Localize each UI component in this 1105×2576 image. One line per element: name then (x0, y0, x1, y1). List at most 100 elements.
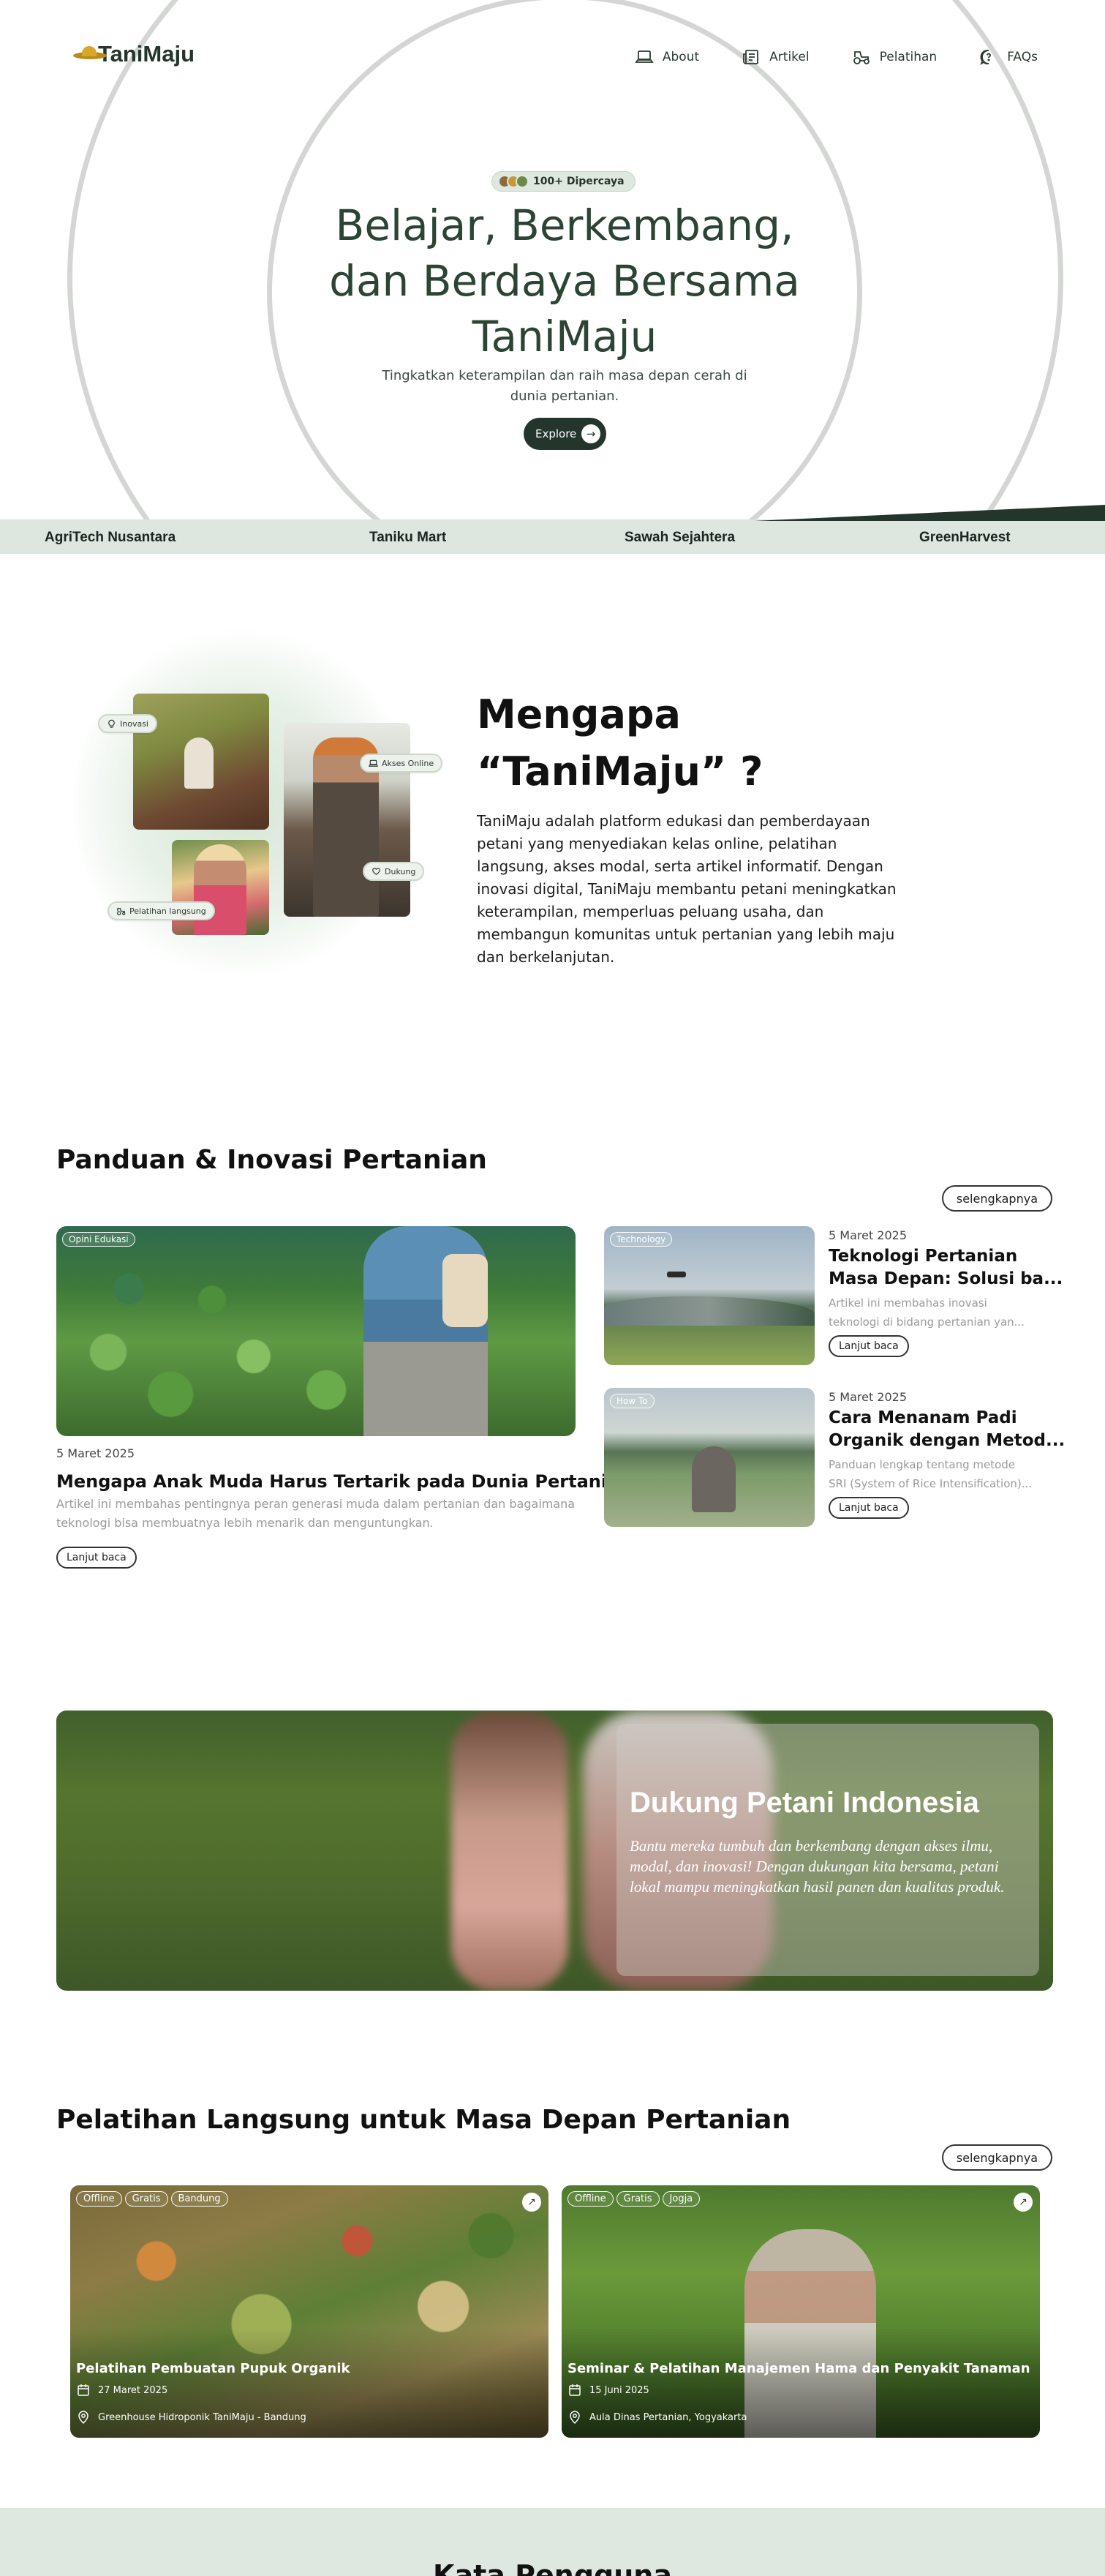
tractor-icon (853, 51, 870, 64)
training-tag: Jogja (662, 2191, 701, 2207)
chip-label: Pelatihan langsung (129, 906, 206, 916)
lightbulb-icon (108, 719, 115, 728)
training-location-row: Aula Dinas Pertanian, Yogyakarta (567, 2410, 747, 2425)
training-tags: Offline Gratis Jogja (567, 2191, 728, 2207)
article-title-line2[interactable]: Organik dengan Metod... (829, 1430, 1065, 1452)
farmer-hat-icon (73, 46, 107, 62)
article-image-how-to[interactable]: How To (604, 1388, 815, 1527)
main-nav: About Artikel Pelatihan FAQs (592, 48, 1038, 66)
tractor-icon (116, 907, 126, 915)
explore-button-label: Explore (535, 427, 577, 440)
chip-label: Inovasi (120, 718, 148, 729)
external-link-icon[interactable]: ↗ (522, 2193, 541, 2212)
article-tag: How To (610, 1394, 655, 1408)
farmer-photo-field (133, 694, 269, 830)
drone-icon (667, 1272, 686, 1277)
farmer-figure (194, 844, 246, 935)
training-location: Aula Dinas Pertanian, Yogyakarta (589, 2411, 747, 2423)
partner-name: AgriTech Nusantara (45, 530, 176, 545)
testimonial-title: Kata Pengguna (433, 2559, 672, 2576)
support-title: Dukung Petani Indonesia (630, 1787, 979, 1819)
partner-list: AgriTech Nusantara Taniku Mart Sawah Sej… (0, 519, 1105, 554)
training-tag: Offline (567, 2191, 614, 2207)
featured-article-image[interactable]: Opini Edukasi (56, 1226, 576, 1436)
featured-article-description: Artikel ini membahas pentingnya peran ge… (56, 1497, 576, 1530)
hero-title: Belajar, Berkembang, dan Berdaya Bersama… (329, 200, 800, 361)
farmer-photo-smiling (172, 840, 269, 935)
trust-badge-label: 100+ Dipercaya (533, 176, 625, 187)
avatar (516, 175, 529, 188)
partner-name: Sawah Sejahtera (625, 530, 736, 545)
article-desc-line1: Panduan lengkap tentang metode (829, 1458, 1016, 1471)
training-tag: Gratis (616, 2191, 660, 2207)
avatar-stack (498, 175, 529, 188)
articles-more-button[interactable]: selengkapnya (941, 1185, 1052, 1212)
explore-button[interactable]: Explore → (524, 418, 606, 450)
farmer-photo-portrait (284, 723, 410, 917)
featured-article-title[interactable]: Mengapa Anak Muda Harus Tertarik pada Du… (56, 1471, 641, 1492)
hero-section: TaniMaju About Artikel Pelatihan FAQs 10… (0, 0, 1105, 554)
article-desc-line2: SRI (System of Rice Intensification)... (829, 1477, 1033, 1490)
read-more-button[interactable]: Lanjut baca (829, 1335, 909, 1357)
training-card[interactable]: Offline Gratis Jogja ↗ Seminar & Pelatih… (562, 2185, 1040, 2438)
logo[interactable]: TaniMaju (73, 41, 195, 67)
nav-label-artikel: Artikel (769, 50, 810, 64)
chip-akses-online: Akses Online (360, 754, 443, 773)
newspaper-icon (743, 50, 759, 64)
training-title: Seminar & Pelatihan Manajemen Hama dan P… (567, 2361, 1030, 2376)
training-date-row: 15 Juni 2025 (567, 2383, 649, 2397)
support-text: Bantu mereka tumbuh dan berkembang denga… (630, 1837, 1005, 1896)
nav-label-about: About (662, 50, 700, 64)
featured-article-date: 5 Maret 2025 (56, 1446, 135, 1460)
nav-item-faqs[interactable]: FAQs (979, 48, 1038, 66)
training-title: Pelatihan Pembuatan Pupuk Organik (76, 2361, 350, 2376)
article-date: 5 Maret 2025 (829, 1390, 908, 1404)
nav-label-pelatihan: Pelatihan (879, 50, 938, 64)
decorative-wedge (754, 505, 1105, 521)
training-card[interactable]: Offline Gratis Bandung ↗ Pelatihan Pembu… (70, 2185, 548, 2438)
training-tag: Bandung (170, 2191, 228, 2207)
support-banner: Dukung Petani Indonesia Bantu mereka tum… (56, 1711, 1053, 1991)
nav-item-about[interactable]: About (635, 48, 699, 66)
article-image-technology[interactable]: Technology (604, 1226, 815, 1365)
read-more-button[interactable]: Lanjut baca (829, 1497, 909, 1519)
farmer-figure (692, 1446, 736, 1512)
calendar-icon (569, 2384, 581, 2396)
nav-item-pelatihan[interactable]: Pelatihan (852, 48, 938, 66)
trust-badge: 100+ Dipercaya (491, 171, 636, 192)
article-title-line1[interactable]: Cara Menanam Padi (829, 1407, 1017, 1429)
training-date-row: 27 Maret 2025 (76, 2383, 167, 2397)
heart-hand-icon (372, 867, 380, 875)
partner-name: GreenHarvest (919, 530, 1011, 545)
chip-label: Akses Online (382, 758, 434, 768)
training-tag: Gratis (124, 2191, 168, 2207)
nav-item-artikel[interactable]: Artikel (742, 48, 810, 66)
why-description: TaniMaju adalah platform edukasi dan pem… (477, 812, 897, 966)
page: TaniMaju About Artikel Pelatihan FAQs 10… (0, 0, 1105, 2576)
why-title-line2: “TaniMaju” ? (477, 748, 763, 795)
article-title-line2[interactable]: Masa Depan: Solusi ba... (829, 1268, 1063, 1290)
hero-subtitle: Tingkatkan keterampilan dan raih masa de… (382, 368, 747, 404)
why-title-line1: Mengapa (477, 691, 681, 737)
blurred-arm (451, 1711, 568, 1991)
featured-read-more-button[interactable]: Lanjut baca (56, 1547, 137, 1569)
support-card: Dukung Petani Indonesia Bantu mereka tum… (616, 1724, 1039, 1976)
article-tag: Technology (610, 1232, 673, 1247)
chip-inovasi: Inovasi (98, 714, 157, 733)
training-date: 27 Maret 2025 (98, 2384, 168, 2396)
why-title: Mengapa “TaniMaju” ? (477, 686, 763, 800)
trainings-more-button[interactable]: selengkapnya (941, 2144, 1052, 2171)
trainings-title: Pelatihan Langsung untuk Masa Depan Pert… (56, 2105, 791, 2135)
chip-pelatihan-langsung: Pelatihan langsung (108, 901, 215, 920)
hills (604, 1296, 815, 1326)
crop-foliage (56, 1226, 576, 1436)
article-date: 5 Maret 2025 (829, 1228, 908, 1242)
laptop-icon (369, 759, 378, 767)
article-title-line1[interactable]: Teknologi Pertanian (829, 1245, 1017, 1267)
external-link-icon[interactable]: ↗ (1014, 2193, 1033, 2212)
partner-name: Taniku Mart (369, 530, 447, 545)
nav-label-faqs: FAQs (1007, 50, 1038, 64)
training-tag: Offline (76, 2191, 122, 2207)
training-date: 15 Juni 2025 (589, 2384, 649, 2396)
arrow-right-icon: → (581, 424, 600, 443)
